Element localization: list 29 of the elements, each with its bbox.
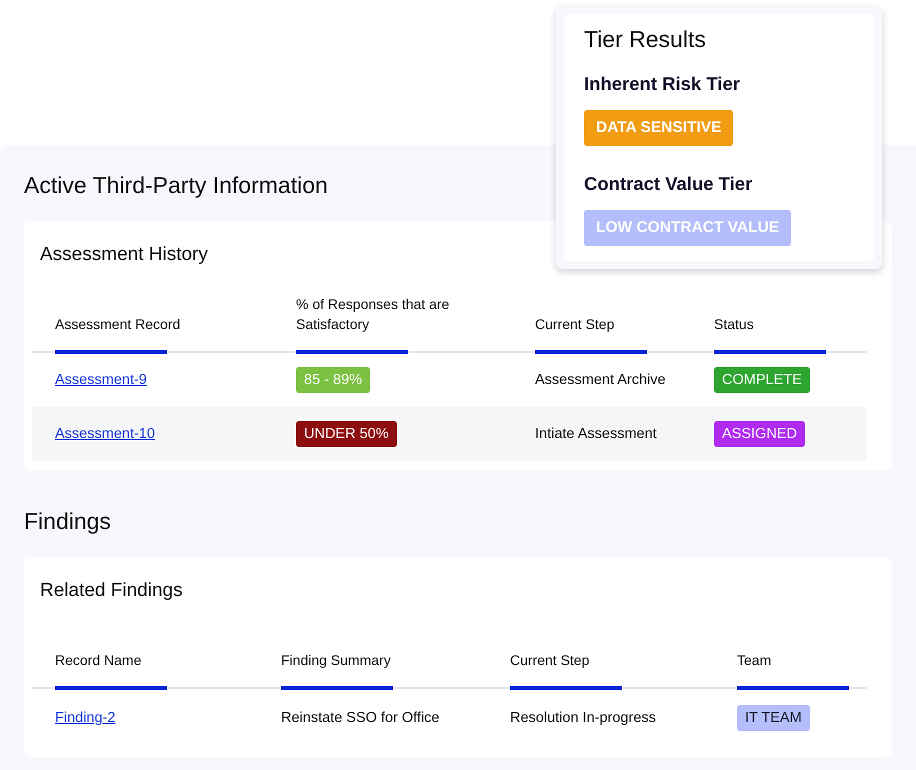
column-header: Status — [714, 315, 754, 334]
table-cell: Assessment Archive — [535, 372, 666, 388]
column-header: Team — [737, 651, 772, 670]
section-heading: Active Third-Party Information — [24, 171, 328, 200]
status-badge: COMPLETE — [714, 367, 810, 393]
tier-label: Inherent Risk Tier — [584, 72, 740, 96]
status-badge: ASSIGNED — [714, 421, 805, 447]
record-link[interactable]: Assessment-9 — [55, 372, 147, 388]
card-title: Assessment History — [39, 243, 208, 267]
table-cell: Resolution In-progress — [510, 710, 656, 726]
card-title: Related Findings — [39, 579, 183, 603]
tier-label: Contract Value Tier — [584, 172, 752, 196]
table-cell: Intiate Assessment — [535, 426, 657, 442]
column-header: Current Step — [535, 315, 614, 334]
tier-badge: DATA SENSITIVE — [584, 110, 734, 146]
column-header: Current Step — [510, 651, 590, 670]
column-header: % of Responses that are Satisfactory — [296, 295, 450, 334]
popup-title: Tier Results — [584, 25, 706, 54]
column-header: Assessment Record — [55, 315, 180, 334]
score-badge: UNDER 50% — [296, 421, 397, 447]
record-link[interactable]: Assessment-10 — [55, 426, 155, 442]
score-badge: 85 - 89% — [296, 367, 370, 393]
column-header: Record Name — [55, 651, 142, 670]
table-cell: Reinstate SSO for Office — [281, 710, 440, 726]
column-header: Finding Summary — [281, 651, 391, 670]
section-heading: Findings — [24, 507, 111, 536]
record-link[interactable]: Finding-2 — [55, 710, 116, 726]
status-badge: IT TEAM — [737, 705, 810, 731]
tier-badge: LOW CONTRACT VALUE — [584, 210, 792, 246]
